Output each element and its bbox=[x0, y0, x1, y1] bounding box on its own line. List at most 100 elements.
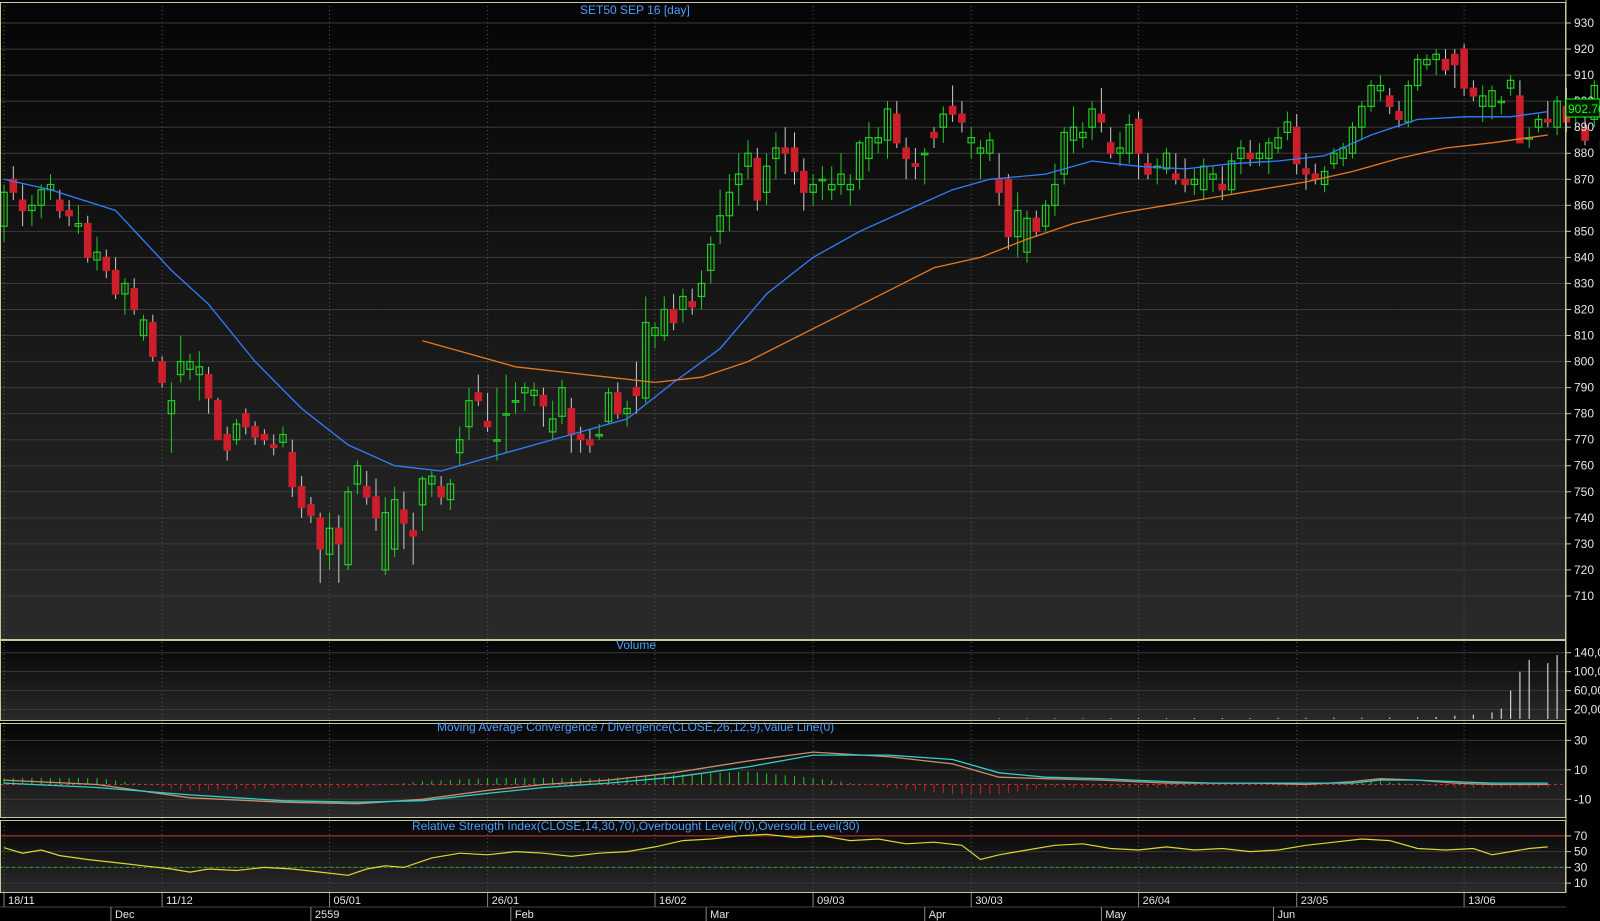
macd-tick-label: -10 bbox=[1574, 792, 1592, 806]
volume-tick-label: 60,00 bbox=[1574, 684, 1600, 698]
volume-panel-title: Volume bbox=[616, 638, 656, 652]
candle-down bbox=[1516, 95, 1524, 144]
candle-down bbox=[55, 199, 64, 212]
date-label-lower: Dec bbox=[115, 909, 135, 921]
candle-down bbox=[269, 444, 278, 449]
volume-tick-label: 140,0 bbox=[1574, 646, 1600, 660]
volume-panel-bg bbox=[0, 640, 1566, 721]
candle-down bbox=[576, 433, 585, 441]
rsi-panel-title: Relative Strength Index(CLOSE,14,30,70),… bbox=[412, 819, 860, 833]
candle-down bbox=[204, 373, 213, 399]
candle-down bbox=[799, 170, 808, 193]
rsi-tick-label: 50 bbox=[1574, 845, 1588, 859]
candle-down bbox=[911, 163, 920, 167]
date-label-upper: 30/03 bbox=[975, 895, 1003, 907]
candle-down bbox=[483, 420, 492, 428]
price-tick-label: 840 bbox=[1574, 250, 1594, 264]
macd-tick-label: 30 bbox=[1574, 733, 1588, 747]
price-tick-label: 890 bbox=[1574, 120, 1594, 134]
candle-down bbox=[1218, 183, 1227, 191]
date-label-upper: 26/04 bbox=[1143, 895, 1171, 907]
rsi-tick-label: 70 bbox=[1574, 829, 1588, 843]
price-tick-label: 730 bbox=[1574, 537, 1594, 551]
price-tick-label: 850 bbox=[1574, 224, 1594, 238]
date-label-lower: 2559 bbox=[315, 909, 339, 921]
candle-down bbox=[948, 105, 957, 115]
candle-down bbox=[437, 485, 445, 498]
candle-down bbox=[158, 360, 166, 384]
last-price-label: 902.70 bbox=[1568, 102, 1600, 116]
candle-down bbox=[65, 209, 73, 217]
candle-down bbox=[1106, 142, 1115, 154]
price-tick-label: 710 bbox=[1574, 589, 1594, 603]
candle-down bbox=[130, 288, 139, 311]
date-label-lower: Apr bbox=[929, 909, 946, 921]
candle-down bbox=[372, 496, 380, 519]
candle-down bbox=[1144, 163, 1152, 175]
candle-down bbox=[149, 321, 157, 357]
rsi-tick-label: 30 bbox=[1574, 860, 1588, 874]
candle-down bbox=[1311, 173, 1320, 180]
date-label-upper: 05/01 bbox=[334, 895, 362, 907]
macd-tick-label: 10 bbox=[1574, 763, 1588, 777]
candle-down bbox=[18, 199, 27, 212]
candle-down bbox=[409, 530, 418, 537]
candle-down bbox=[1441, 58, 1450, 71]
price-tick-label: 820 bbox=[1574, 302, 1594, 316]
date-label-upper: 23/05 bbox=[1301, 895, 1329, 907]
date-label-upper: 16/02 bbox=[659, 895, 687, 907]
price-tick-label: 760 bbox=[1574, 459, 1594, 473]
date-label-upper: 26/01 bbox=[492, 895, 520, 907]
candle-down bbox=[586, 439, 594, 446]
candle-down bbox=[1450, 53, 1459, 66]
candle-down bbox=[539, 394, 548, 407]
price-tick-label: 720 bbox=[1574, 563, 1594, 577]
candle-down bbox=[288, 452, 297, 488]
price-tick-label: 920 bbox=[1574, 42, 1594, 56]
candle-down bbox=[1181, 178, 1189, 186]
macd-panel-bg bbox=[0, 723, 1566, 818]
date-label-lower: Feb bbox=[515, 909, 534, 921]
candle-down bbox=[1395, 110, 1403, 120]
candle-down bbox=[111, 269, 120, 295]
candle-down bbox=[753, 157, 762, 201]
candle-down bbox=[613, 392, 622, 415]
candle-down bbox=[1171, 173, 1180, 180]
candle-down bbox=[297, 485, 306, 509]
price-tick-label: 910 bbox=[1574, 68, 1594, 82]
candle-down bbox=[790, 147, 799, 173]
candle-down bbox=[102, 256, 111, 272]
date-label-upper: 13/06 bbox=[1468, 895, 1496, 907]
candle-down bbox=[892, 113, 901, 144]
price-tick-label: 870 bbox=[1574, 172, 1594, 186]
date-label-upper: 09/03 bbox=[817, 895, 845, 907]
stock-chart: 710 720 730 740 750 760 770 780 790 800 810 820 830 8… bbox=[0, 0, 1600, 921]
candle-down bbox=[1032, 217, 1041, 232]
candle-down bbox=[1302, 168, 1310, 175]
price-tick-label: 860 bbox=[1574, 198, 1594, 212]
candle-down bbox=[251, 426, 259, 438]
rsi-tick-label: 10 bbox=[1574, 876, 1588, 890]
candle-down bbox=[567, 407, 576, 436]
candle-down bbox=[260, 433, 269, 441]
price-tick-label: 810 bbox=[1574, 329, 1594, 343]
candle-down bbox=[400, 509, 408, 524]
candle-down bbox=[242, 413, 250, 428]
candle-down bbox=[781, 147, 790, 154]
date-label-lower: May bbox=[1105, 909, 1126, 921]
candle-down bbox=[1469, 87, 1478, 97]
price-panel-title: SET50 SEP 16 [day] bbox=[580, 3, 690, 17]
candle-down bbox=[688, 301, 697, 308]
price-tick-label: 770 bbox=[1574, 433, 1594, 447]
candle-down bbox=[335, 527, 343, 545]
candle-down bbox=[214, 400, 222, 441]
last-price-tag: 902.70 bbox=[1565, 98, 1600, 118]
candle-down bbox=[669, 308, 678, 324]
candle-down bbox=[1097, 113, 1106, 123]
candle-down bbox=[632, 387, 641, 397]
price-tick-label: 880 bbox=[1574, 146, 1594, 160]
price-tick-label: 930 bbox=[1574, 16, 1594, 30]
price-tick-label: 790 bbox=[1574, 381, 1594, 395]
candle-down bbox=[223, 433, 232, 451]
candle-down bbox=[1385, 95, 1394, 107]
